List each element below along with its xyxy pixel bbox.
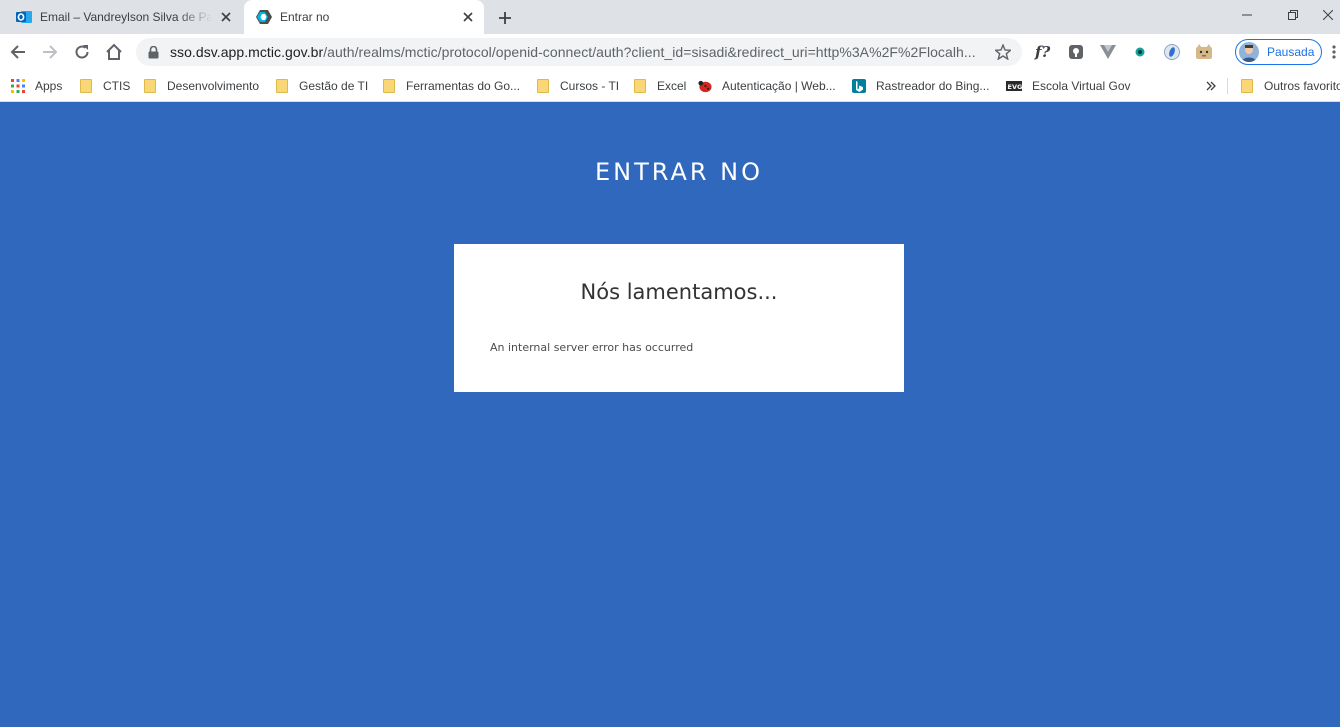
error-message: An internal server error has occurred — [490, 341, 694, 354]
keycloak-icon — [256, 9, 272, 25]
bookmark-label: Outros favoritos — [1264, 79, 1340, 93]
folder-icon — [633, 79, 647, 93]
bookmark-label: Apps — [35, 79, 63, 93]
svg-text:f?: f? — [1034, 43, 1050, 61]
tab-email[interactable]: Email – Vandreylson Silva de Paula — [6, 0, 242, 34]
pocket-icon[interactable] — [1066, 42, 1086, 62]
url-text[interactable]: sso.dsv.app.mctic.gov.br/auth/realms/mct… — [170, 44, 992, 60]
reload-button[interactable] — [68, 38, 96, 66]
lock-icon[interactable] — [148, 45, 162, 59]
address-bar[interactable]: sso.dsv.app.mctic.gov.br/auth/realms/mct… — [136, 38, 1022, 66]
bookmark-label: CTIS — [103, 79, 131, 93]
bookmark-escola-virtual[interactable]: EVG Escola Virtual Gov — [1006, 76, 1131, 96]
home-button[interactable] — [100, 38, 128, 66]
page-header: ENTRAR NO — [594, 158, 764, 186]
bookmark-label: Ferramentas do Go... — [406, 79, 521, 93]
profile-button[interactable]: Pausada — [1235, 39, 1322, 65]
close-tab-icon[interactable] — [460, 9, 476, 25]
outlook-icon — [16, 9, 32, 25]
error-title: Nós lamentamos... — [580, 280, 778, 304]
bookmark-label: Gestão de TI — [299, 79, 369, 93]
bookmark-label: Escola Virtual Gov — [1032, 79, 1131, 93]
bookmark-ctis[interactable]: CTIS — [79, 76, 130, 96]
bookmark-label: Excel — [657, 79, 687, 93]
bookmark-apps[interactable]: Apps — [11, 76, 62, 96]
back-button[interactable] — [4, 38, 32, 66]
bookmark-outros-favoritos[interactable]: Outros favoritos — [1240, 76, 1340, 96]
folder-icon — [79, 79, 93, 93]
url-host: sso.dsv.app.mctic.gov.br — [170, 44, 324, 60]
color-picker-icon[interactable] — [1162, 42, 1182, 62]
bookmark-gestao-de-ti[interactable]: Gestão de TI — [275, 76, 368, 96]
folder-icon — [382, 79, 396, 93]
login-page: ENTRAR NO Nós lamentamos... An internal … — [0, 103, 1340, 727]
bookmarks-separator — [1227, 78, 1228, 94]
bookmark-label: Cursos - TI — [560, 79, 620, 93]
tab-title: Email – Vandreylson Silva de Paula — [40, 10, 212, 24]
menu-icon[interactable] — [1328, 44, 1340, 60]
eye-icon[interactable] — [1130, 42, 1150, 62]
new-tab-button[interactable] — [494, 7, 516, 29]
bookmark-rastreador-bing[interactable]: Rastreador do Bing... — [852, 76, 989, 96]
tab-title: Entrar no — [280, 10, 330, 24]
minimize-button[interactable] — [1224, 0, 1270, 30]
apps-grid-icon — [11, 79, 25, 93]
close-tab-icon[interactable] — [218, 9, 234, 25]
restore-button[interactable] — [1270, 0, 1316, 30]
tab-entrar[interactable]: Entrar no — [244, 0, 484, 34]
bookmark-excel[interactable]: Excel — [633, 76, 686, 96]
bookmark-cursos-ti[interactable]: Cursos - TI — [536, 76, 619, 96]
bookmark-label: Rastreador do Bing... — [876, 79, 990, 93]
folder-icon — [1240, 79, 1254, 93]
evg-icon: EVG — [1006, 79, 1022, 93]
vuejs-icon[interactable] — [1098, 42, 1118, 62]
folder-icon — [536, 79, 550, 93]
profile-label: Pausada — [1267, 45, 1315, 59]
folder-icon — [143, 79, 157, 93]
bookmarks-overflow-button[interactable] — [1206, 76, 1216, 96]
bookmark-star-icon[interactable] — [992, 44, 1014, 60]
svg-text:EVG: EVG — [1008, 83, 1023, 91]
ladybug-icon — [698, 79, 712, 93]
tab-strip: Email – Vandreylson Silva de Paula Entra… — [0, 0, 1340, 34]
formula-icon[interactable]: f? — [1034, 42, 1054, 62]
bookmarks-bar: Apps CTIS Desenvolvimento Gestão de TI F… — [0, 70, 1340, 102]
url-path: /auth/realms/mctic/protocol/openid-conne… — [323, 44, 976, 60]
cat-icon[interactable] — [1194, 42, 1214, 62]
error-card: Nós lamentamos... An internal server err… — [454, 244, 904, 392]
folder-icon — [275, 79, 289, 93]
avatar — [1239, 42, 1259, 62]
bookmark-ferramentas[interactable]: Ferramentas do Go... — [382, 76, 520, 96]
bookmark-autenticacao[interactable]: Autenticação | Web... — [698, 76, 836, 96]
bookmark-desenvolvimento[interactable]: Desenvolvimento — [143, 76, 259, 96]
close-window-button[interactable] — [1316, 0, 1340, 30]
browser-toolbar: sso.dsv.app.mctic.gov.br/auth/realms/mct… — [0, 34, 1340, 70]
bookmark-label: Autenticação | Web... — [722, 79, 836, 93]
forward-button[interactable] — [36, 38, 64, 66]
bing-icon — [852, 79, 866, 93]
bookmark-label: Desenvolvimento — [167, 79, 260, 93]
